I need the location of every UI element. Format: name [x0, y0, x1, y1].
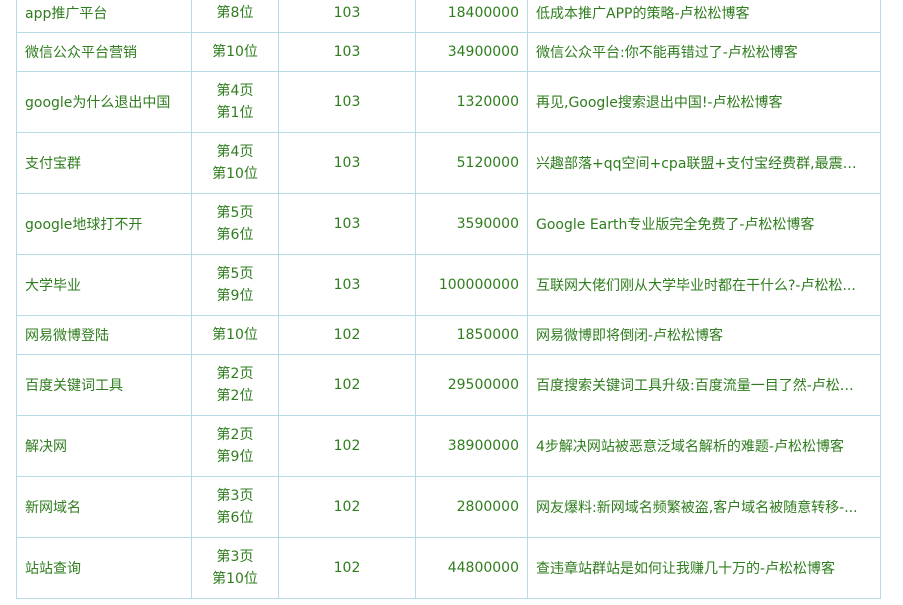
rank-cell: 第5页 第9位 [191, 254, 279, 316]
index-cell: 103 [278, 254, 416, 316]
rank-page: 第4页 [216, 83, 254, 99]
table-body: app推广平台 第8位 103 18400000 低成本推广APP的策略-卢松松博客 微信… [16, 0, 881, 599]
keyword-cell: 微信公众平台营销 [16, 32, 192, 72]
keyword-ranking-table: app推广平台 第8位 103 18400000 低成本推广APP的策略-卢松松博客 微信… [16, 0, 881, 599]
rank-cell: 第3页第10位 [191, 537, 279, 599]
rank-page: 第2页 [216, 366, 254, 382]
volume-cell: 1320000 [415, 71, 528, 133]
volume-cell: 18400000 [415, 0, 528, 33]
rank-cell: 第3页 第6位 [191, 476, 279, 538]
volume-cell: 29500000 [415, 354, 528, 416]
rank-position: 第9位 [216, 288, 254, 304]
table-row: app推广平台 第8位 103 18400000 低成本推广APP的策略-卢松松博客 [16, 0, 881, 33]
volume-cell: 3590000 [415, 193, 528, 255]
rank-cell: 第10位 [191, 315, 279, 355]
index-cell: 102 [278, 415, 416, 477]
article-title-link[interactable]: 兴趣部落+qq空间+cpa联盟+支付宝经费群,最震撼... [527, 132, 881, 194]
rank-cell: 第5页 第6位 [191, 193, 279, 255]
keyword-cell: 网易微博登陆 [16, 315, 192, 355]
rank-position: 第6位 [216, 227, 254, 243]
rank-position: 第1位 [216, 105, 254, 121]
table-row: 解决网 第2页 第9位 102 38900000 4步解决网站被恶意泛域名解析的难题-卢松… [16, 415, 881, 477]
table-row: 新网域名 第3页 第6位 102 2800000 网友爆料:新网域名频繁被盗,客户域名被随… [16, 476, 881, 538]
rank-cell: 第2页 第2位 [191, 354, 279, 416]
table-row: 支付宝群 第4页 第10位 103 5120000 兴趣部落+qq空间+cpa联盟+支付宝… [16, 132, 881, 194]
keyword-cell: 支付宝群 [16, 132, 192, 194]
article-title-link[interactable]: Google Earth专业版完全免费了-卢松松博客 [527, 193, 881, 255]
rank-cell: 第4页第10位 [191, 132, 279, 194]
rank-page: 第2页 [216, 427, 254, 443]
rank-page: 第4页 [216, 144, 254, 160]
table-row: 百度关键词工具 第2页 第2位 102 29500000 百度搜索关键词工具升级:百度流量… [16, 354, 881, 416]
rank-cell: 第10位 [191, 32, 279, 72]
volume-cell: 38900000 [415, 415, 528, 477]
keyword-cell: 新网域名 [16, 476, 192, 538]
index-cell: 103 [278, 71, 416, 133]
volume-cell: 2800000 [415, 476, 528, 538]
keyword-cell: 解决网 [16, 415, 192, 477]
rank-page: 第3页 [216, 549, 254, 565]
index-cell: 102 [278, 476, 416, 538]
article-title-link[interactable]: 低成本推广APP的策略-卢松松博客 [527, 0, 881, 33]
rank-cell: 第4页 第1位 [191, 71, 279, 133]
index-cell: 102 [278, 315, 416, 355]
table-row: google为什么退出中国 第4页 第1位 103 1320000 再见,Google搜索… [16, 71, 881, 133]
rank-cell: 第2页 第9位 [191, 415, 279, 477]
article-title-link[interactable]: 百度搜索关键词工具升级:百度流量一目了然-卢松松... [527, 354, 881, 416]
volume-cell: 44800000 [415, 537, 528, 599]
table-row: 网易微博登陆 第10位 102 1850000 网易微博即将倒闭-卢松松博客 [16, 315, 881, 355]
index-cell: 102 [278, 354, 416, 416]
table-row: 站站查询 第3页 第10位 102 44800000 查违章站群站是如何让我赚几十万的-卢… [16, 537, 881, 599]
rank-position: 第2位 [216, 388, 254, 404]
rank-page: 第5页 [216, 205, 254, 221]
rank-cell: 第8位 [191, 0, 279, 33]
index-cell: 103 [278, 193, 416, 255]
rank-page: 第5页 [216, 266, 254, 282]
volume-cell: 1850000 [415, 315, 528, 355]
index-cell: 103 [278, 132, 416, 194]
keyword-cell: 站站查询 [16, 537, 192, 599]
article-title-link[interactable]: 查违章站群站是如何让我赚几十万的-卢松松博客 [527, 537, 881, 599]
index-cell: 103 [278, 0, 416, 33]
article-title-link[interactable]: 网易微博即将倒闭-卢松松博客 [527, 315, 881, 355]
rank-page: 第3页 [216, 488, 254, 504]
rank-position: 第10位 [212, 327, 258, 343]
keyword-cell: 百度关键词工具 [16, 354, 192, 416]
index-cell: 102 [278, 537, 416, 599]
keyword-cell: google为什么退出中国 [16, 71, 192, 133]
article-title-link[interactable]: 网友爆料:新网域名频繁被盗,客户域名被随意转移-... [527, 476, 881, 538]
article-title-link[interactable]: 4步解决网站被恶意泛域名解析的难题-卢松松博客 [527, 415, 881, 477]
table-row: 微信公众平台营销 第10位 103 34900000 微信公众平台:你不能再错过了-卢松… [16, 32, 881, 72]
rank-position: 第9位 [216, 449, 254, 465]
rank-position: 第10位 [212, 571, 258, 587]
table-row: 大学毕业 第5页 第9位 103 100000000 互联网大佬们刚从大学毕业时都在干什么… [16, 254, 881, 316]
article-title-link[interactable]: 微信公众平台:你不能再错过了-卢松松博客 [527, 32, 881, 72]
volume-cell: 100000000 [415, 254, 528, 316]
rank-position: 第6位 [216, 510, 254, 526]
keyword-cell: app推广平台 [16, 0, 192, 33]
table-row: google地球打不开 第5页 第6位 103 3590000 Google Earth专… [16, 193, 881, 255]
index-cell: 103 [278, 32, 416, 72]
rank-position: 第10位 [212, 44, 258, 60]
rank-position: 第8位 [216, 4, 254, 21]
article-title-link[interactable]: 再见,Google搜索退出中国!-卢松松博客 [527, 71, 881, 133]
volume-cell: 5120000 [415, 132, 528, 194]
keyword-cell: 大学毕业 [16, 254, 192, 316]
volume-cell: 34900000 [415, 32, 528, 72]
keyword-cell: google地球打不开 [16, 193, 192, 255]
article-title-link[interactable]: 互联网大佬们刚从大学毕业时都在干什么?-卢松松... [527, 254, 881, 316]
rank-position: 第10位 [212, 166, 258, 182]
